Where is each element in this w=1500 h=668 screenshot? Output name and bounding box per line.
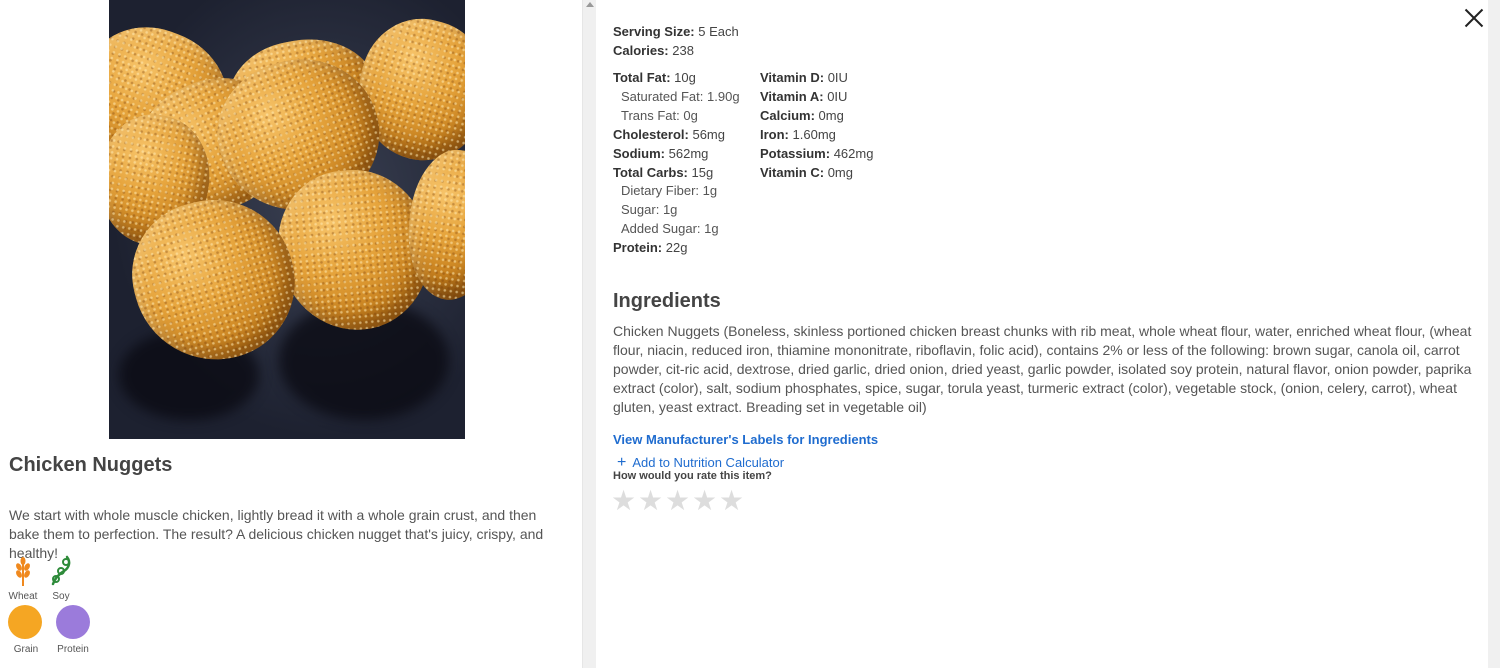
nutrient-value: 15g <box>691 164 714 180</box>
soy-icon <box>51 555 71 586</box>
serving-size: Serving Size: 5 Each <box>613 24 739 39</box>
rating-question: How would you rate this item? <box>613 470 772 482</box>
food-group-protein: Protein <box>53 605 93 655</box>
item-photo <box>109 0 465 439</box>
nutrient-value: 462mg <box>833 145 874 161</box>
star-icon[interactable]: ★ <box>611 486 636 516</box>
nutrient-row: Cholesterol: 56mg <box>613 127 725 142</box>
nutrient-value: 22g <box>665 240 688 256</box>
star-icon[interactable]: ★ <box>719 486 744 516</box>
nutrient-label: Saturated Fat: <box>621 88 704 104</box>
nutrient-label: Dietary Fiber: <box>621 183 700 199</box>
nutrient-value: 0mg <box>827 164 853 180</box>
nutrient-value: 1g <box>704 221 719 237</box>
food-group-label: Protein <box>57 644 89 655</box>
protein-icon <box>56 605 90 639</box>
nutrient-row: Vitamin C: 0mg <box>760 165 853 180</box>
nutrient-label: Potassium: <box>760 145 831 161</box>
allergen-label: Wheat <box>8 591 38 602</box>
nutrient-label: Trans Fat: <box>621 107 680 123</box>
nutrient-label: Total Fat: <box>613 70 671 85</box>
nutrient-row: Trans Fat: 0g <box>621 108 698 123</box>
nutrient-value: 1.90g <box>707 88 740 104</box>
nutrient-value: 1g <box>662 202 678 218</box>
nutrient-label: Total Carbs: <box>613 164 688 180</box>
rating-stars: ★ ★ ★ ★ ★ <box>611 486 744 516</box>
star-icon[interactable]: ★ <box>638 486 663 516</box>
nutrient-label: Added Sugar: <box>621 221 701 237</box>
star-icon[interactable]: ★ <box>665 486 690 516</box>
nutrient-value: 0IU <box>827 70 848 85</box>
add-to-calculator-label: Add to Nutrition Calculator <box>632 455 785 470</box>
nutrient-row: Calcium: 0mg <box>760 108 844 123</box>
nutrient-label: Protein: <box>613 240 663 256</box>
scrollbar[interactable] <box>582 0 596 668</box>
nutrient-label: Sodium: <box>613 145 665 161</box>
nutrient-row: Protein: 22g <box>613 240 687 255</box>
nutrient-row: Added Sugar: 1g <box>621 221 719 236</box>
nutrient-value: 0IU <box>827 88 848 104</box>
calories: Calories: 238 <box>613 43 694 58</box>
food-group-grain: Grain <box>8 605 44 655</box>
nutrient-label: Iron: <box>760 126 789 142</box>
allergen-label: Soy <box>52 591 70 602</box>
nutrient-row: Total Carbs: 15g <box>613 165 713 180</box>
nutrient-label: Vitamin A: <box>760 88 824 104</box>
star-icon[interactable]: ★ <box>692 486 717 516</box>
nutrient-value: 1g <box>702 183 718 199</box>
nutrient-label: Sugar: <box>621 202 660 218</box>
nutrient-row: Potassium: 462mg <box>760 146 873 161</box>
allergen-wheat: Wheat <box>7 552 39 602</box>
nutrient-value: 562mg <box>668 145 709 161</box>
nutrient-value: 0mg <box>818 107 844 123</box>
plus-icon: + <box>617 454 627 471</box>
nutrient-label: Cholesterol: <box>613 126 689 142</box>
close-icon[interactable] <box>1462 6 1486 30</box>
item-detail-panel: Chicken Nuggets We start with whole musc… <box>0 0 582 668</box>
item-title: Chicken Nuggets <box>9 454 173 476</box>
nutrient-value: 10g <box>674 70 696 85</box>
nutrient-row: Sodium: 562mg <box>613 146 708 161</box>
nutrient-row: Total Fat: 10g <box>613 70 696 85</box>
nutrient-row: Iron: 1.60mg <box>760 127 836 142</box>
grain-icon <box>8 605 42 639</box>
nutrient-row: Vitamin A: 0IU <box>760 89 847 104</box>
wheat-icon <box>16 557 30 586</box>
food-group-label: Grain <box>13 644 39 655</box>
right-scrollbar[interactable] <box>1488 0 1500 668</box>
nutrient-label: Vitamin C: <box>760 164 825 180</box>
manufacturer-labels-link[interactable]: View Manufacturer's Labels for Ingredien… <box>613 432 878 447</box>
nutrient-row: Sugar: 1g <box>621 202 677 217</box>
nutrient-value: 56mg <box>692 126 725 142</box>
nutrient-value: 0g <box>683 107 698 123</box>
item-description: We start with whole muscle chicken, ligh… <box>9 507 544 561</box>
nutrient-row: Dietary Fiber: 1g <box>621 183 717 198</box>
nutrient-label: Vitamin D: <box>760 70 825 85</box>
nutrient-label: Calcium: <box>760 107 815 123</box>
nutrient-value: 1.60mg <box>792 126 836 142</box>
nutrient-row: Saturated Fat: 1.90g <box>621 89 740 104</box>
scroll-up-arrow-icon[interactable] <box>586 2 594 7</box>
nutrient-row: Vitamin D: 0IU <box>760 70 848 85</box>
allergen-soy: Soy <box>45 552 77 602</box>
ingredients-heading: Ingredients <box>613 290 721 312</box>
ingredients-text: Chicken Nuggets (Boneless, skinless port… <box>613 323 1472 415</box>
